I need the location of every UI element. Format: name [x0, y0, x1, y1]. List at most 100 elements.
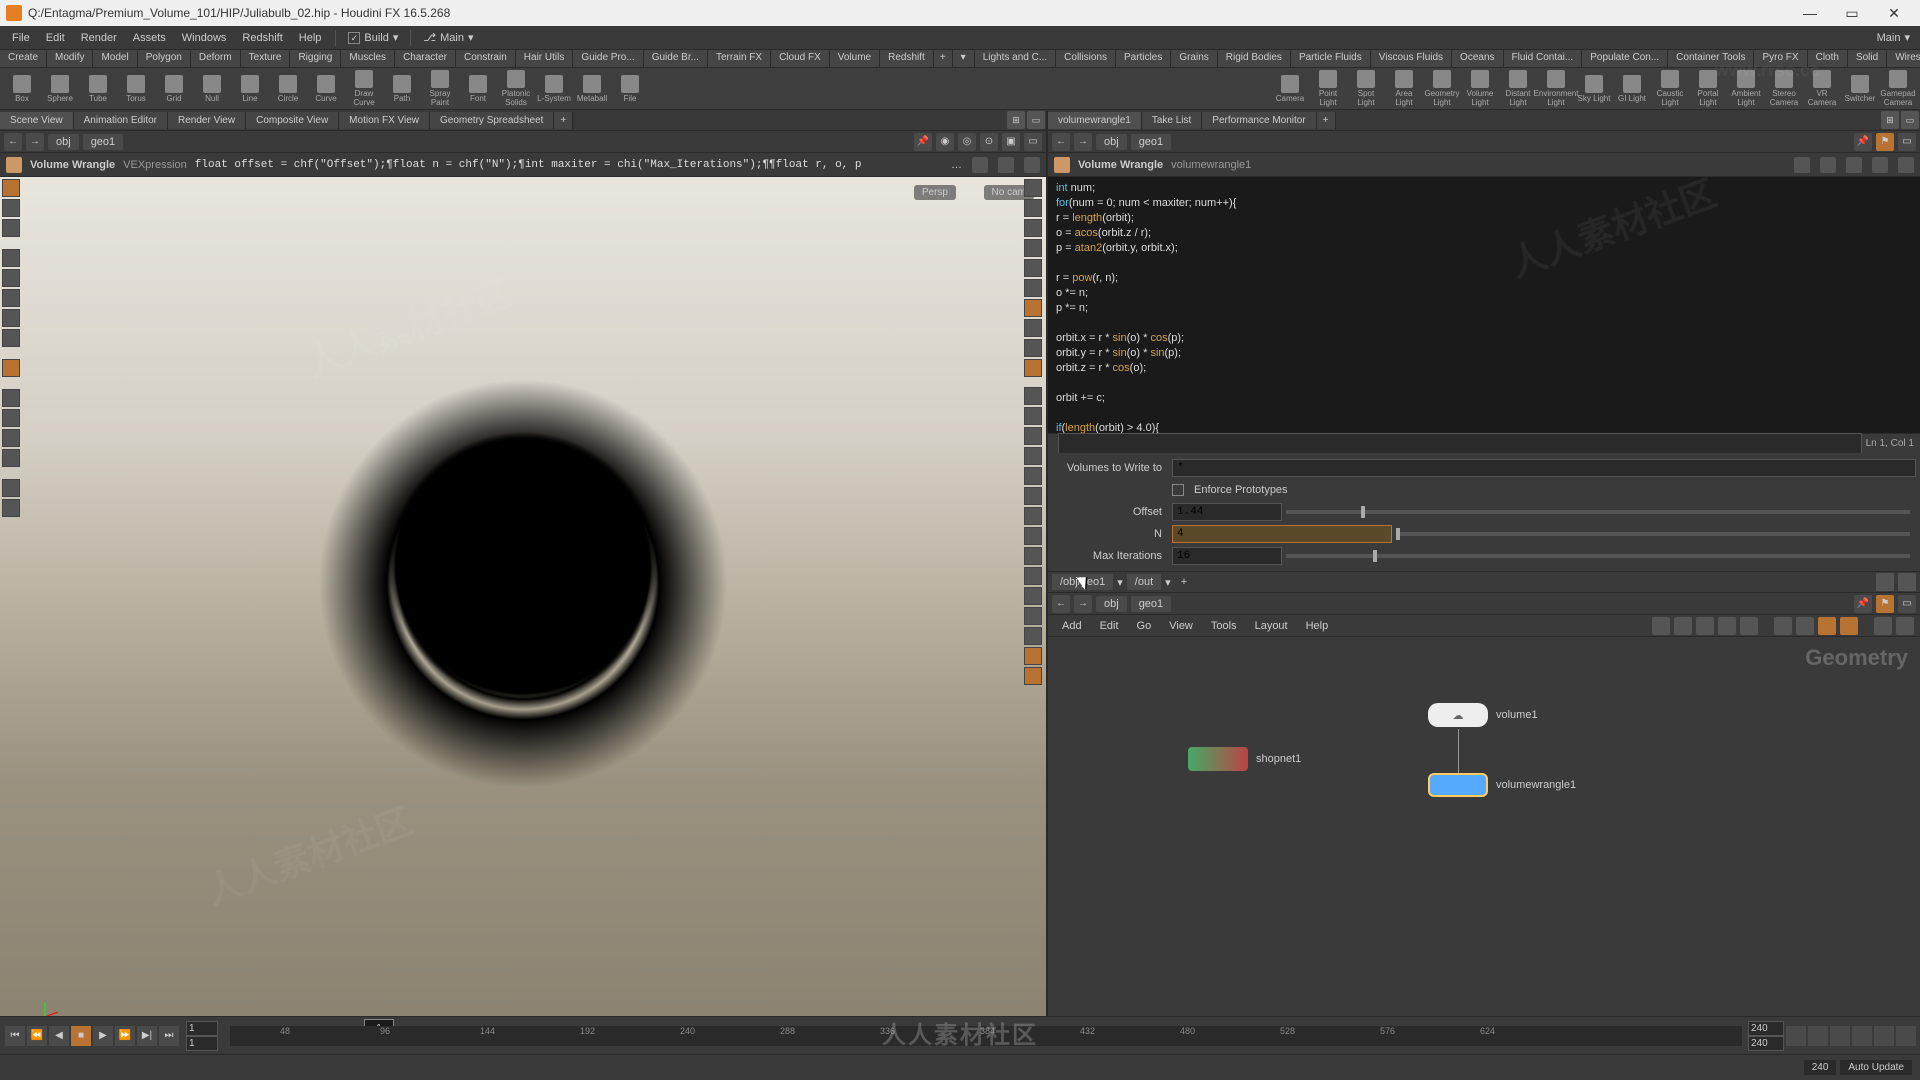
- disp-r1[interactable]: [1024, 387, 1042, 405]
- disp-r9[interactable]: [1024, 547, 1042, 565]
- shelf-tool[interactable]: Stereo Camera: [1766, 70, 1802, 108]
- wrangle-opt1-button[interactable]: [972, 157, 988, 173]
- network-editor[interactable]: Geometry shopnet1 ☁ volume1 volumewrangl…: [1048, 637, 1920, 1042]
- shelf-tab[interactable]: Hair Utils: [516, 50, 574, 67]
- wrangle-opt2-button[interactable]: [998, 157, 1014, 173]
- netpath-obj[interactable]: /obj/geo1: [1052, 574, 1113, 590]
- scope-button[interactable]: [1852, 1026, 1872, 1046]
- netpath-out[interactable]: /out: [1127, 574, 1161, 590]
- net-tool2[interactable]: [1674, 617, 1692, 635]
- disp-r3[interactable]: [1024, 427, 1042, 445]
- menu-help[interactable]: Help: [291, 29, 330, 47]
- shelf-tool[interactable]: Curve: [308, 70, 344, 108]
- nav-fwd-r[interactable]: →: [1074, 133, 1092, 151]
- disp-r12[interactable]: [1024, 607, 1042, 625]
- node-shopnet[interactable]: shopnet1: [1188, 747, 1301, 771]
- menu-windows[interactable]: Windows: [174, 29, 235, 47]
- disp-texture[interactable]: [1024, 359, 1042, 377]
- shelf-tool[interactable]: VR Camera: [1804, 70, 1840, 108]
- net-tool1[interactable]: [1652, 617, 1670, 635]
- pane-tab-perf[interactable]: Performance Monitor: [1202, 112, 1316, 129]
- menu-redshift[interactable]: Redshift: [234, 29, 290, 47]
- node-volumewrangle[interactable]: volumewrangle1: [1428, 773, 1576, 797]
- net-max[interactable]: ▭: [1898, 595, 1916, 613]
- disp-r11[interactable]: [1024, 587, 1042, 605]
- shelf-tool[interactable]: Metaball: [574, 70, 610, 108]
- disp-r5[interactable]: [1024, 467, 1042, 485]
- shelf-tab-add[interactable]: +: [934, 50, 953, 67]
- key-button[interactable]: [1830, 1026, 1850, 1046]
- param-offset-input[interactable]: [1172, 503, 1282, 521]
- param-maxiter-slider[interactable]: [1286, 554, 1910, 558]
- shelf-tab[interactable]: Modify: [47, 50, 93, 67]
- disp-r8[interactable]: [1024, 527, 1042, 545]
- param-n-input[interactable]: [1172, 525, 1392, 543]
- path-obj-r[interactable]: obj: [1096, 134, 1127, 150]
- nav-back-r[interactable]: ←: [1052, 133, 1070, 151]
- net-flag[interactable]: ⚑: [1876, 595, 1894, 613]
- pane-pin-button[interactable]: ⊞: [1007, 111, 1025, 129]
- help-icon[interactable]: [1872, 157, 1888, 173]
- snap4-tool[interactable]: [2, 449, 20, 467]
- scale-tool[interactable]: [2, 309, 20, 327]
- snap3-tool[interactable]: [2, 429, 20, 447]
- shelf-tab[interactable]: Particles: [1116, 50, 1171, 67]
- shelf-tab[interactable]: Deform: [191, 50, 241, 67]
- shelf-tab[interactable]: Terrain FX: [708, 50, 771, 67]
- net-menu-help[interactable]: Help: [1298, 617, 1337, 635]
- nav-expand-button[interactable]: ▭: [1024, 133, 1042, 151]
- net-tool3[interactable]: [1696, 617, 1714, 635]
- play-stop-button[interactable]: ■: [71, 1026, 91, 1046]
- disp-opt2[interactable]: [1024, 199, 1042, 217]
- play-nextkey-button[interactable]: ▶|: [137, 1026, 157, 1046]
- nav-pin-r[interactable]: 📌: [1854, 133, 1872, 151]
- shelf-tool[interactable]: Circle: [270, 70, 306, 108]
- pane-tab-render[interactable]: Render View: [168, 112, 246, 129]
- nav-snap3-button[interactable]: ⊙: [980, 133, 998, 151]
- shelf-tab[interactable]: Cloud FX: [771, 50, 830, 67]
- pose-tool[interactable]: [2, 329, 20, 347]
- menu-file[interactable]: File: [4, 29, 38, 47]
- menu-assets[interactable]: Assets: [125, 29, 174, 47]
- select-face-tool[interactable]: [2, 199, 20, 217]
- chevron-down-icon[interactable]: [1024, 157, 1040, 173]
- shelf-tool[interactable]: Null: [194, 70, 230, 108]
- shelf-tool[interactable]: Platonic Solids: [498, 70, 534, 108]
- shelf-tool[interactable]: Path: [384, 70, 420, 108]
- shelf-tool[interactable]: File: [612, 70, 648, 108]
- pane-max-button[interactable]: ▭: [1027, 111, 1045, 129]
- menu-edit[interactable]: Edit: [38, 29, 73, 47]
- view-tool[interactable]: [2, 479, 20, 497]
- play-prev-button[interactable]: ◀: [49, 1026, 69, 1046]
- global-button[interactable]: [1896, 1026, 1916, 1046]
- shelf-tool[interactable]: Camera: [1272, 70, 1308, 108]
- shelf-tab[interactable]: Collisions: [1056, 50, 1116, 67]
- shelf-tab[interactable]: Guide Br...: [644, 50, 708, 67]
- nav-snap2-button[interactable]: ◎: [958, 133, 976, 151]
- param-maxiter-input[interactable]: [1172, 547, 1282, 565]
- play-last-button[interactable]: ⏭: [159, 1026, 179, 1046]
- path-geo[interactable]: geo1: [83, 134, 123, 150]
- pane-pin-button-r[interactable]: ⊞: [1881, 111, 1899, 129]
- pane-tab-spreadsheet[interactable]: Geometry Spreadsheet: [430, 112, 554, 129]
- param-volumes-input[interactable]: [1172, 459, 1916, 477]
- shelf-tool[interactable]: Portal Light: [1690, 70, 1726, 108]
- path-geo-r[interactable]: geo1: [1131, 134, 1171, 150]
- minimize-button[interactable]: —: [1790, 3, 1830, 23]
- net-tool8[interactable]: [1818, 617, 1836, 635]
- shelf-tab[interactable]: Oceans: [1452, 50, 1503, 67]
- vex-code-editor[interactable]: int num;for(num = 0; num < maxiter; num+…: [1048, 177, 1920, 433]
- shelf-tool[interactable]: Switcher: [1842, 70, 1878, 108]
- shelf-tool[interactable]: Sky Light: [1576, 70, 1612, 108]
- shelf-tool[interactable]: Gamepad Camera: [1880, 70, 1916, 108]
- pane-tab-params[interactable]: volumewrangle1: [1048, 112, 1142, 129]
- net-search[interactable]: [1874, 617, 1892, 635]
- pane-tab-add[interactable]: +: [554, 112, 573, 129]
- shelf-tool[interactable]: Caustic Light: [1652, 70, 1688, 108]
- disp-r6[interactable]: [1024, 487, 1042, 505]
- viewport[interactable]: Persp No cam: [0, 177, 1046, 1042]
- disp-r7[interactable]: [1024, 507, 1042, 525]
- shelf-tool[interactable]: Point Light: [1310, 70, 1346, 108]
- shelf-tool[interactable]: Geometry Light: [1424, 70, 1460, 108]
- shelf-tool[interactable]: Font: [460, 70, 496, 108]
